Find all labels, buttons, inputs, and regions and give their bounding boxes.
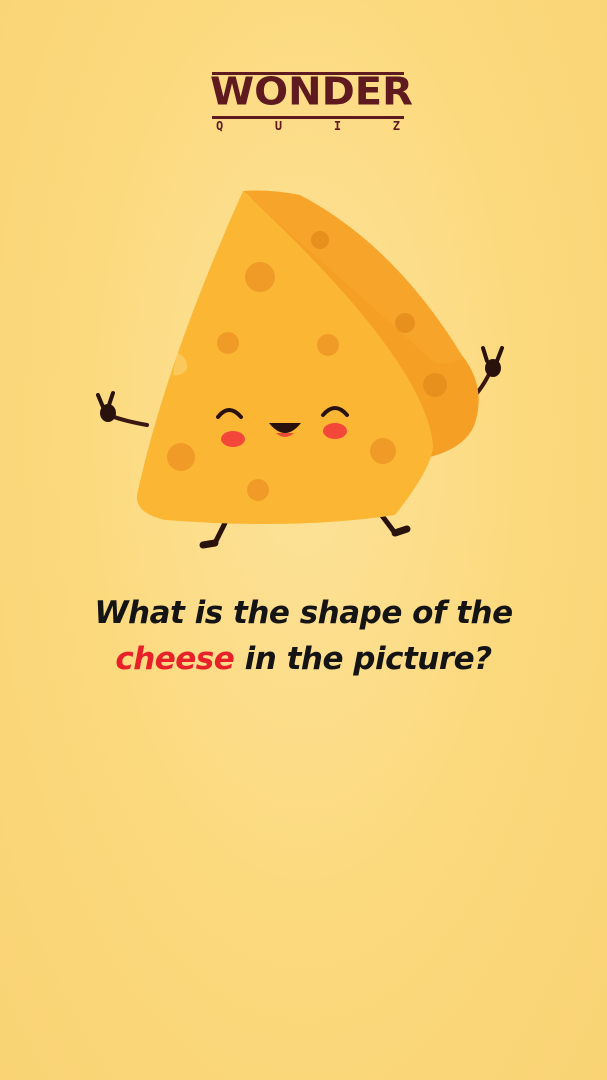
logo-word: WONDER: [210, 70, 413, 114]
question-line-2: cheese in the picture?: [40, 636, 567, 682]
logo-sub-letter: I: [333, 119, 342, 133]
logo-sub-letter: U: [274, 119, 283, 133]
question-line-1: What is the shape of the: [94, 595, 513, 631]
question-highlight: cheese: [115, 641, 235, 677]
logo-subtitle: Q U I Z: [210, 119, 406, 133]
cheese-icon: [136, 190, 479, 524]
logo-sub-letter: Z: [392, 119, 400, 133]
quiz-question: What is the shape of the cheese in the p…: [40, 590, 567, 682]
question-line-2-rest: in the picture?: [234, 641, 493, 677]
logo-sub-letter: Q: [216, 119, 224, 133]
cheese-character-illustration: [96, 190, 504, 549]
wonder-quiz-logo: WONDER Q U I Z: [210, 70, 413, 133]
left-arm-icon: [96, 391, 149, 427]
